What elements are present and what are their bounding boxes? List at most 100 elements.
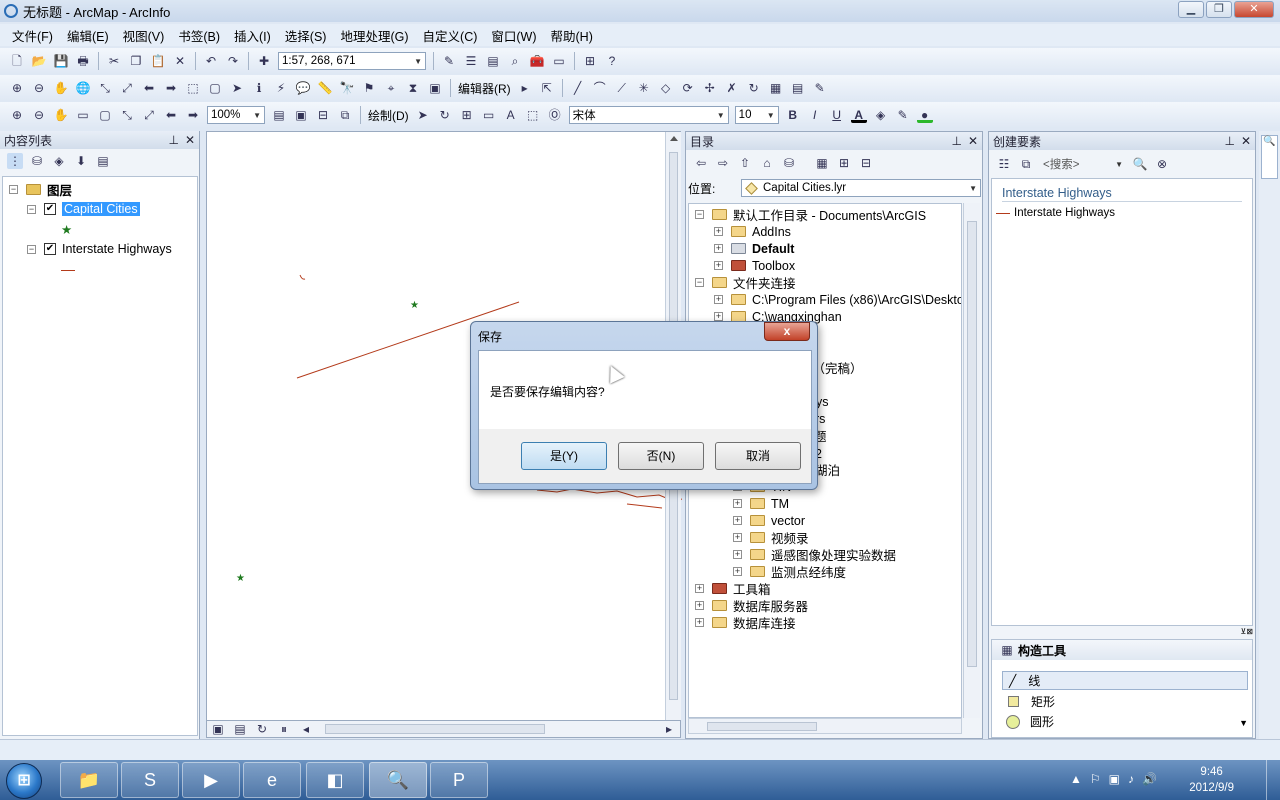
split-icon[interactable]: ✗ <box>724 80 740 96</box>
select-elements-arrow-icon[interactable]: ➤ <box>415 107 431 123</box>
rotate-element-icon[interactable]: ↻ <box>437 107 453 123</box>
save-icon[interactable]: 💾 <box>53 53 69 69</box>
edit-vertices-icon[interactable]: ◇ <box>658 80 674 96</box>
expand-icon[interactable]: + <box>695 584 704 593</box>
catalog-tree-item[interactable]: + 视频录 <box>733 529 809 546</box>
draw-menu[interactable]: 绘制(D) <box>368 107 409 124</box>
zoom-selected-elements-icon[interactable]: ⊞ <box>459 107 475 123</box>
catalog-tree-item[interactable]: + 数据库连接 <box>695 614 796 631</box>
new-text-icon[interactable]: A <box>503 107 519 123</box>
pin-icon[interactable]: ⊥ <box>1224 134 1234 148</box>
zoom-in-icon[interactable]: ⊕ <box>9 80 25 96</box>
layer-name[interactable]: Capital Cities <box>62 202 140 216</box>
close-icon[interactable]: ✕ <box>968 134 978 148</box>
show-desktop-button[interactable] <box>1266 760 1280 800</box>
search-window-icon[interactable]: ⌕ <box>507 53 523 69</box>
template-search-input[interactable]: <搜索> ▼ <box>1040 155 1126 173</box>
attributes-icon[interactable]: ▦ <box>768 80 784 96</box>
catalog-tree-item[interactable]: + 遥感图像处理实验数据 <box>733 546 896 563</box>
forward-icon[interactable]: ⇨ <box>715 155 731 171</box>
minimize-button[interactable]: ▁ <box>1178 1 1204 18</box>
yes-button[interactable]: 是(Y) <box>521 442 607 470</box>
rotate-icon[interactable]: ↻ <box>746 80 762 96</box>
close-icon[interactable]: ✕ <box>1241 134 1251 148</box>
expand-icon[interactable]: + <box>714 312 723 321</box>
previous-layout-extent-icon[interactable]: ⬅ <box>163 107 179 123</box>
menu-edit[interactable]: 编辑(E) <box>67 26 109 45</box>
location-combo[interactable]: Capital Cities.lyr ▼ <box>741 179 981 197</box>
open-icon[interactable]: 📂 <box>31 53 47 69</box>
catalog-horizontal-scrollbar[interactable] <box>688 718 962 734</box>
organize-templates-icon[interactable]: ☷ <box>996 156 1012 172</box>
close-icon[interactable]: ✕ <box>185 133 195 147</box>
layout-view-icon[interactable]: ▤ <box>232 721 248 737</box>
clock[interactable]: 9:46 2012/9/9 <box>1189 764 1234 796</box>
scroll-right-icon[interactable]: ▸ <box>661 721 677 737</box>
font-size-combo[interactable]: 10 ▼ <box>734 106 779 124</box>
catalog-tree-item[interactable]: + C:\Program Files (x86)\ArcGIS\Deskto <box>714 291 961 308</box>
editor-menu[interactable]: 编辑器(R) <box>458 80 511 97</box>
fixed-zoom-out-icon[interactable]: ⤢ <box>119 80 135 96</box>
catalog-tree-item[interactable]: − 默认工作目录 - Documents\ArcGIS <box>695 206 926 223</box>
fixed-layout-zoom-icon[interactable]: ⤡ <box>119 107 135 123</box>
point-icon[interactable]: ✳ <box>636 80 652 96</box>
menu-customize[interactable]: 自定义(C) <box>423 26 478 45</box>
layers-root-row[interactable]: − 图层 <box>9 180 72 198</box>
refresh-icon[interactable]: ↻ <box>254 721 270 737</box>
menu-bookmarks[interactable]: 书签(B) <box>178 26 220 45</box>
up-one-level-icon[interactable]: ⇧ <box>737 155 753 171</box>
arcmap-taskbar-icon[interactable]: 🔍 <box>369 762 427 798</box>
bold-button[interactable]: B <box>785 107 801 123</box>
cut-polygons-icon[interactable]: ✢ <box>702 80 718 96</box>
pin-icon[interactable]: ⊥ <box>951 134 961 148</box>
line-color-icon[interactable]: ✎ <box>895 107 911 123</box>
data-view-icon[interactable]: ▣ <box>210 721 226 737</box>
menu-file[interactable]: 文件(F) <box>12 26 53 45</box>
scroll-down-icon[interactable]: ▼ <box>1239 718 1248 728</box>
edit-tool-icon[interactable]: ▸ <box>517 80 533 96</box>
zoom-out-icon[interactable]: ⊖ <box>31 80 47 96</box>
fill-sketch-icon[interactable]: ⬚ <box>525 107 541 123</box>
collapse-icon[interactable]: − <box>27 204 36 214</box>
font-name-combo[interactable]: 宋体 ▼ <box>568 106 729 124</box>
start-button[interactable]: ⊞ <box>6 763 42 799</box>
sogou-taskbar-icon[interactable]: S <box>121 762 179 798</box>
back-extent-icon[interactable]: ⬅ <box>141 80 157 96</box>
menu-geoprocessing[interactable]: 地理处理(G) <box>340 26 408 45</box>
html-popup-icon[interactable]: 💬 <box>295 80 311 96</box>
dialog-close-button[interactable]: x <box>764 322 810 341</box>
collapse-icon[interactable]: − <box>27 244 36 254</box>
menu-selection[interactable]: 选择(S) <box>285 26 327 45</box>
collapse-icon[interactable]: − <box>695 210 704 219</box>
layer-row-interstate-highways[interactable]: − ✔ Interstate Highways <box>27 240 172 258</box>
close-window-button[interactable]: ✕ <box>1234 1 1274 18</box>
tool-line[interactable]: ╱ 线 <box>1002 671 1248 690</box>
create-viewer-icon[interactable]: ▣ <box>427 80 443 96</box>
paste-icon[interactable]: 📋 <box>150 53 166 69</box>
scale-combo[interactable]: 1:57, 268, 671 ▼ <box>278 52 426 70</box>
list-by-source-icon[interactable]: ⛁ <box>29 153 45 169</box>
scroll-left-icon[interactable]: ◂ <box>298 721 314 737</box>
data-driven-pages-icon[interactable]: ⧉ <box>337 107 353 123</box>
full-extent-icon[interactable]: 🌐 <box>75 80 91 96</box>
options-icon[interactable]: ▤ <box>95 153 111 169</box>
zoom-100-icon[interactable]: ▢ <box>97 107 113 123</box>
list-by-selection-icon[interactable]: ⬇ <box>73 153 89 169</box>
catalog-vertical-scrollbar[interactable] <box>963 203 980 718</box>
expand-icon[interactable]: + <box>733 567 742 576</box>
search-dock-icon[interactable]: 🔍 <box>1261 135 1278 179</box>
expand-icon[interactable]: + <box>733 533 742 542</box>
home-icon[interactable]: ⌂ <box>759 155 775 171</box>
splitter[interactable]: ⊻⊠ <box>991 627 1253 637</box>
xy-goto-icon[interactable]: ⌖ <box>383 80 399 96</box>
add-data-icon[interactable]: ✚ <box>256 53 272 69</box>
collapse-icon[interactable]: − <box>695 278 704 287</box>
focus-data-frame-icon[interactable]: ▣ <box>293 107 309 123</box>
layer-name[interactable]: Interstate Highways <box>62 242 172 256</box>
time-slider-icon[interactable]: ⧗ <box>405 80 421 96</box>
layout-zoom-out-icon[interactable]: ⊖ <box>31 107 47 123</box>
collapse-icon[interactable]: − <box>9 184 18 194</box>
clear-selection-icon[interactable]: ▢ <box>207 80 223 96</box>
arccatalog-taskbar-icon[interactable]: ◧ <box>306 762 364 798</box>
copy-icon[interactable]: ❐ <box>128 53 144 69</box>
